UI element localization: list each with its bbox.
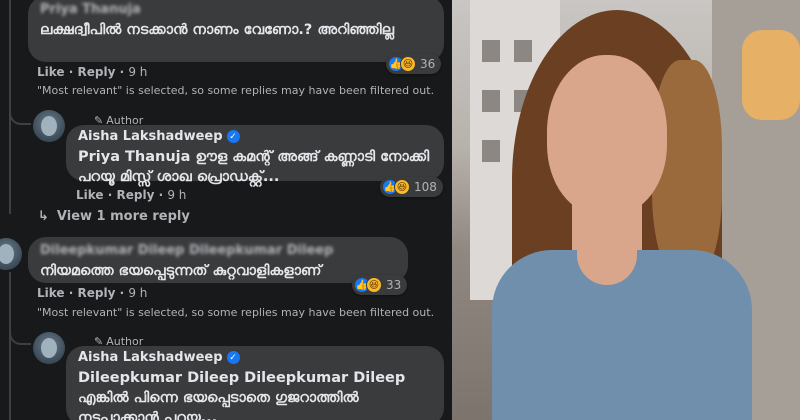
view-more-replies-link[interactable]: ↳ View 1 more reply xyxy=(38,209,190,224)
comment-author[interactable]: Priya Thanuja xyxy=(40,2,432,18)
comment-author[interactable]: Dileepkumar Dileep Dileepkumar Dileep xyxy=(40,243,396,259)
haha-reaction-icon: 😆 xyxy=(366,277,382,293)
verified-icon: ✓ xyxy=(226,351,240,364)
reply-link[interactable]: Reply xyxy=(77,286,115,300)
comment-time[interactable]: 9 h xyxy=(128,286,147,300)
reply-text: എങ്കിൽ പിന്നെ ഭയപ്പെടാതെ ഗുജറാത്തിൽ നടപ്… xyxy=(78,390,359,420)
building-window xyxy=(514,40,532,62)
verified-icon: ✓ xyxy=(226,130,240,143)
building-window xyxy=(482,90,500,112)
reaction-count: 33 xyxy=(386,278,402,292)
reply-link[interactable]: Reply xyxy=(116,188,154,202)
reply-link[interactable]: Reply xyxy=(77,65,115,79)
reply-author[interactable]: Aisha Lakshadweep ✓ xyxy=(78,350,432,366)
thread-line xyxy=(9,272,11,420)
comment-time[interactable]: 9 h xyxy=(128,65,147,79)
reaction-summary[interactable]: 👍 😆 108 xyxy=(380,177,443,197)
comment-bubble: Dileepkumar Dileep Dileepkumar Dileep നി… xyxy=(28,237,408,283)
reply-author-name[interactable]: Aisha Lakshadweep xyxy=(78,350,223,365)
avatar[interactable] xyxy=(33,332,65,364)
mention-tag[interactable]: Dileepkumar Dileep Dileepkumar Dileep xyxy=(78,370,405,386)
haha-reaction-icon: 😆 xyxy=(400,56,416,72)
like-link[interactable]: Like xyxy=(37,286,65,300)
haha-reaction-icon: 😆 xyxy=(394,179,410,195)
view-more-label: View 1 more reply xyxy=(56,209,190,224)
profile-photo xyxy=(452,0,800,420)
building-window xyxy=(482,140,500,162)
reaction-summary[interactable]: 👍 😆 33 xyxy=(352,275,408,295)
reply-time[interactable]: 9 h xyxy=(167,188,186,202)
thread-elbow xyxy=(9,100,31,125)
reply-author[interactable]: Aisha Lakshadweep ✓ xyxy=(78,129,432,145)
reaction-count: 36 xyxy=(420,57,436,71)
reply-bubble: Aisha Lakshadweep ✓ Priya Thanuja ഊള കമന്… xyxy=(66,125,444,185)
avatar[interactable] xyxy=(0,238,22,270)
reaction-count: 108 xyxy=(414,180,437,194)
building-window xyxy=(482,40,500,62)
filter-notice: "Most relevant" is selected, so some rep… xyxy=(37,84,435,97)
filter-notice: "Most relevant" is selected, so some rep… xyxy=(37,306,435,319)
reaction-summary[interactable]: 👍 😆 36 xyxy=(386,54,442,74)
like-link[interactable]: Like xyxy=(37,65,65,79)
comment-text: ലക്ഷദ്വീപിൽ നടക്കാൻ നാണം വേണോ.? അറിഞ്ഞില… xyxy=(40,22,395,38)
reply-actions: Like · Reply · 9 h xyxy=(76,188,187,202)
comment-actions: Like · Reply · 9 h xyxy=(37,286,148,300)
reply-arrow-icon: ↳ xyxy=(38,209,49,224)
avatar[interactable] xyxy=(33,110,65,142)
sunset-glow xyxy=(742,30,800,120)
comment-text: നിയമത്തെ ഭയപ്പെടുന്നത് കുറ്റവാളികളാണ് xyxy=(40,263,322,279)
comment-actions: Like · Reply · 9 h xyxy=(37,65,148,79)
comments-panel: Priya Thanuja ലക്ഷദ്വീപിൽ നടക്കാൻ നാണം വ… xyxy=(0,0,452,420)
reply-bubble: Aisha Lakshadweep ✓ Dileepkumar Dileep Di… xyxy=(66,346,444,420)
mention-tag[interactable]: Priya Thanuja xyxy=(78,149,190,165)
comment-bubble: Priya Thanuja ലക്ഷദ്വീപിൽ നടക്കാൻ നാണം വ… xyxy=(28,0,444,62)
thread-elbow xyxy=(9,320,31,345)
reply-author-name[interactable]: Aisha Lakshadweep xyxy=(78,129,223,144)
like-link[interactable]: Like xyxy=(76,188,104,202)
